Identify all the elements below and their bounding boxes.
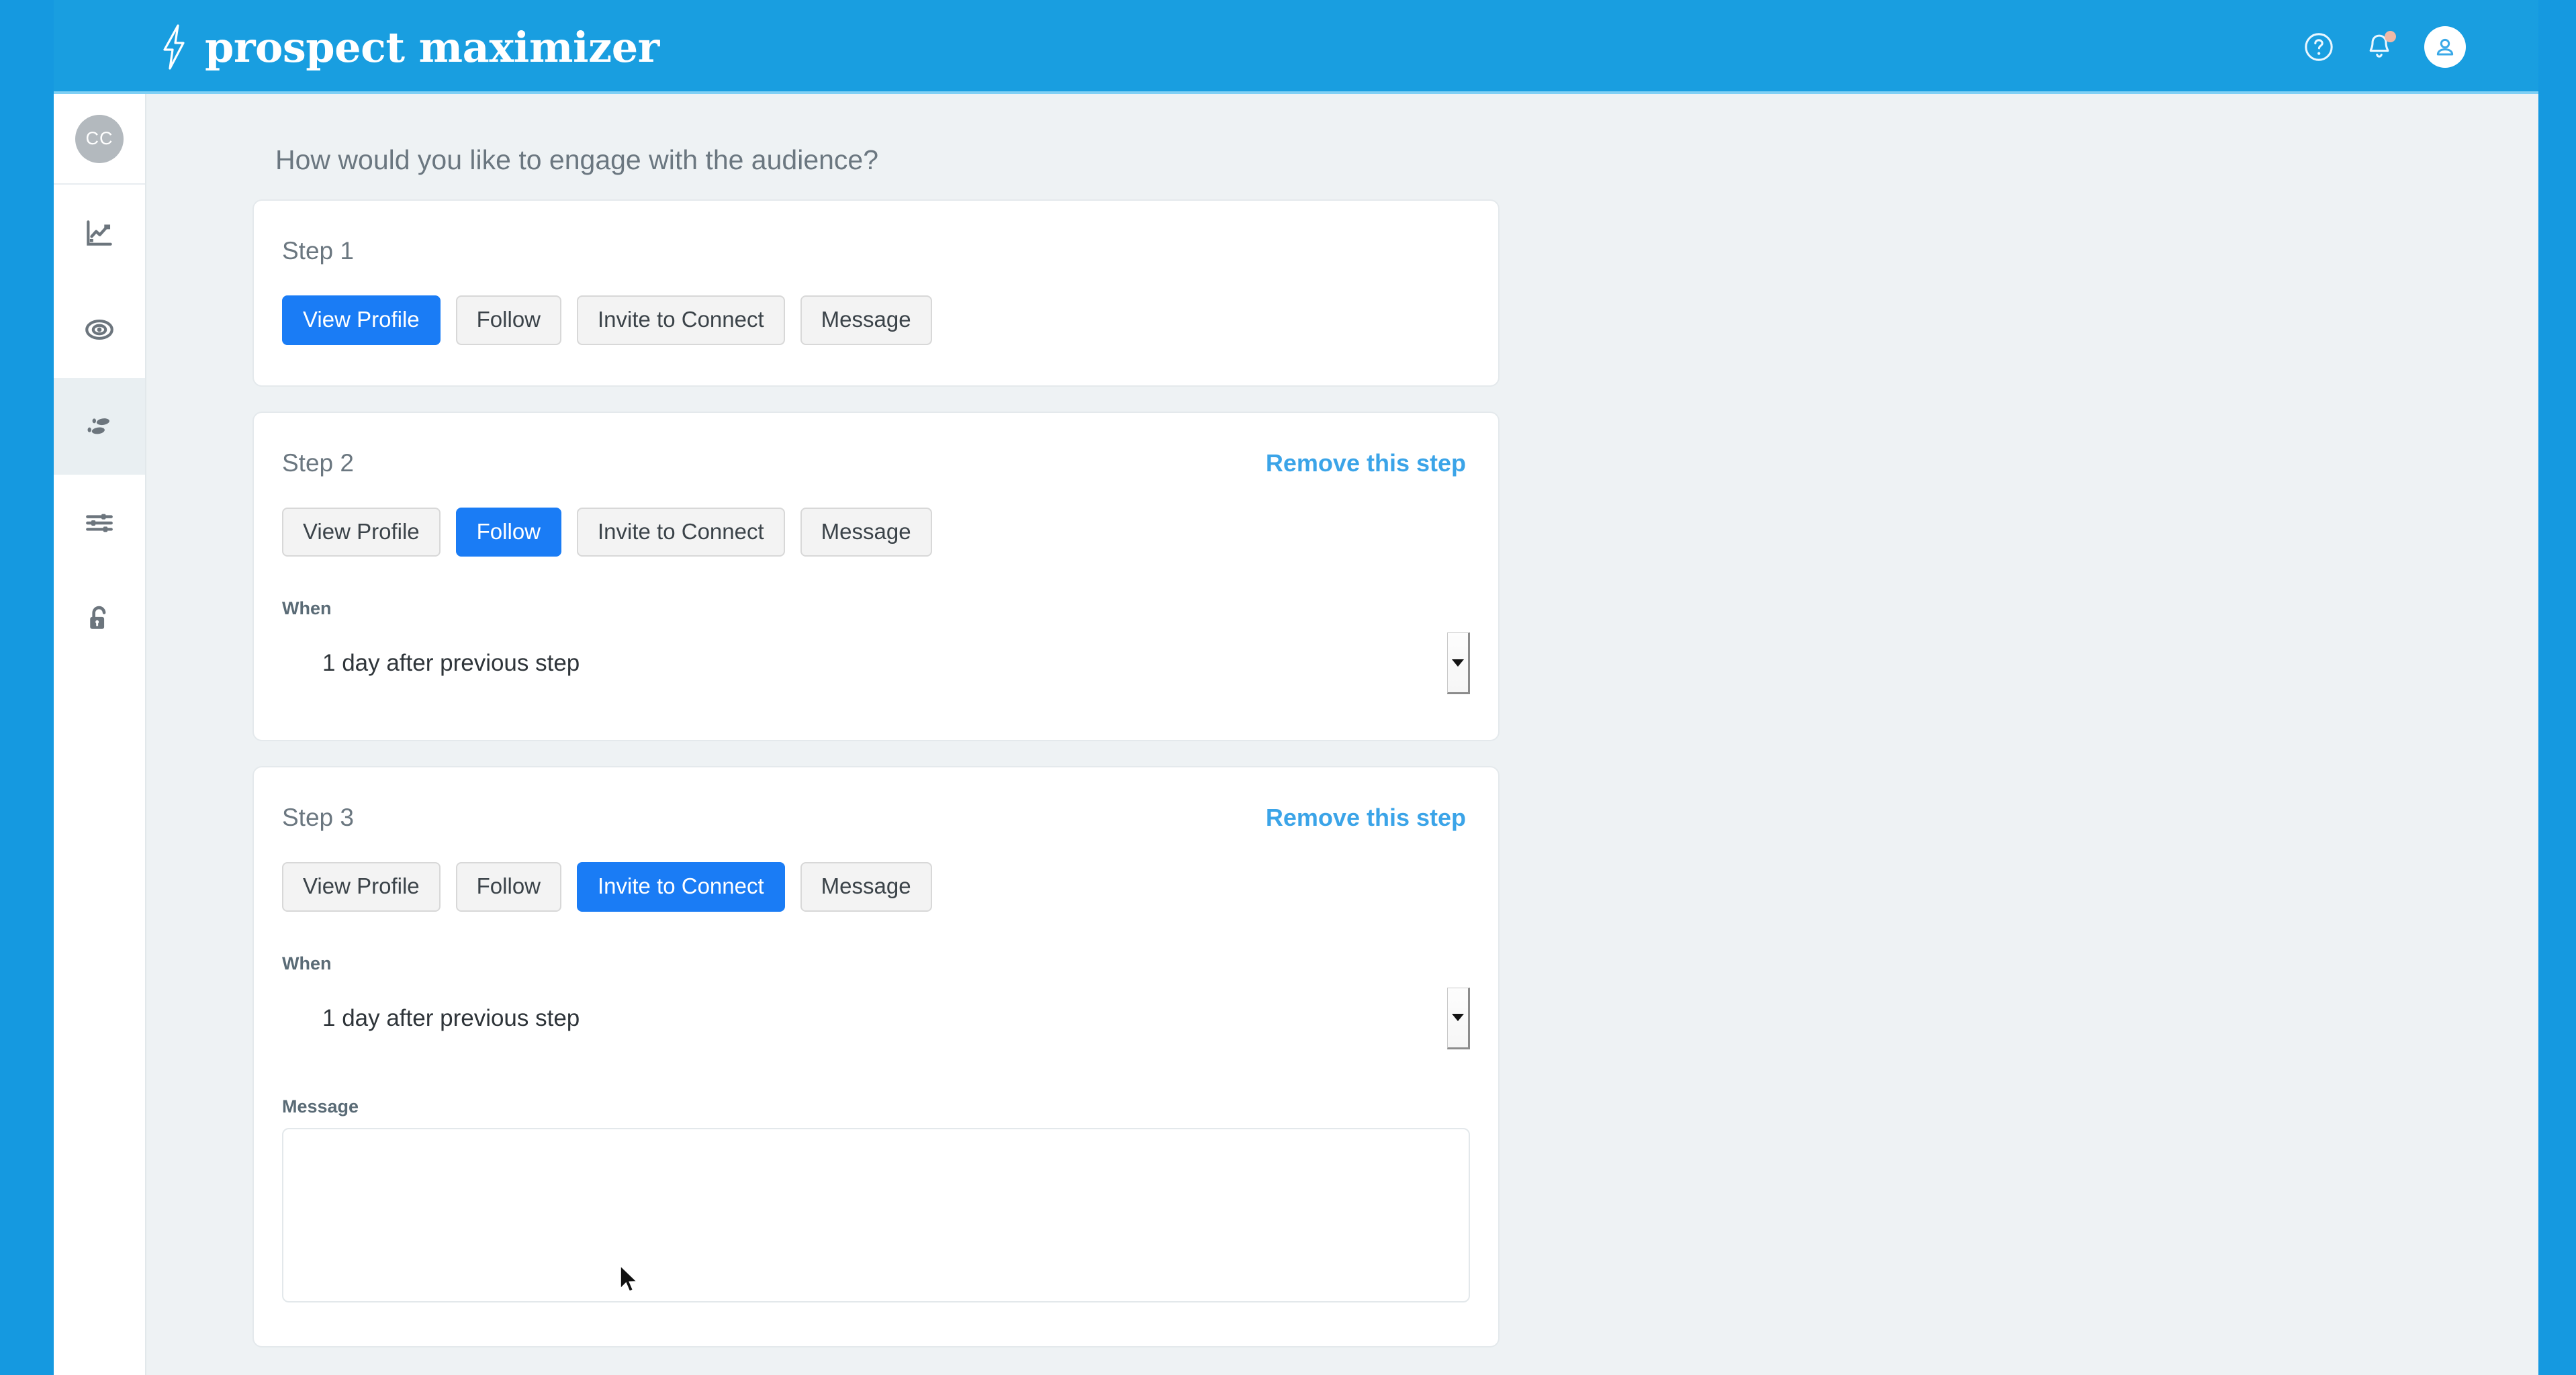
unlock-padlock-icon bbox=[83, 603, 116, 636]
card-spacer bbox=[282, 1306, 1470, 1346]
chevron-down-icon[interactable] bbox=[1447, 632, 1470, 695]
footsteps-icon bbox=[83, 410, 116, 443]
action-button-follow[interactable]: Follow bbox=[455, 295, 561, 345]
action-button-view-profile[interactable]: View Profile bbox=[282, 507, 441, 557]
step-title: Step 3 bbox=[282, 804, 354, 832]
action-button-invite-to-connect[interactable]: Invite to Connect bbox=[577, 507, 785, 557]
sliders-filter-icon bbox=[83, 506, 116, 540]
user-avatar-icon[interactable] bbox=[2424, 26, 2466, 68]
step-title: Step 2 bbox=[282, 448, 354, 477]
analytics-chart-icon bbox=[83, 216, 116, 250]
remove-step-link[interactable]: Remove this step bbox=[1266, 804, 1466, 832]
app-root: prospect maximizer CC How would you like… bbox=[54, 0, 2538, 1375]
step-title: Step 1 bbox=[282, 237, 354, 265]
chevron-down-icon[interactable] bbox=[1447, 987, 1470, 1049]
brand-logo[interactable]: prospect maximizer bbox=[158, 23, 659, 72]
when-field-label: When bbox=[282, 953, 332, 974]
sidebar-avatar-initials: CC bbox=[75, 114, 124, 163]
notification-badge-dot bbox=[2385, 31, 2396, 42]
card-spacer bbox=[282, 345, 1470, 385]
step-action-buttons: View Profile Follow Invite to Connect Me… bbox=[282, 862, 1470, 912]
app-header: prospect maximizer bbox=[54, 0, 2538, 94]
browser-frame: prospect maximizer CC How would you like… bbox=[0, 0, 2576, 1375]
brand-name: prospect maximizer bbox=[205, 22, 659, 72]
remove-step-link[interactable]: Remove this step bbox=[1266, 449, 1466, 477]
card-spacer bbox=[282, 700, 1470, 740]
step-card: Step 1 View Profile Follow Invite to Con… bbox=[252, 199, 1500, 387]
action-button-message[interactable]: Message bbox=[800, 862, 932, 912]
target-eye-icon bbox=[83, 313, 116, 346]
lightning-bolt-icon bbox=[158, 23, 190, 70]
step-card: Step 2 Remove this step View Profile Fol… bbox=[252, 411, 1500, 742]
action-button-invite-to-connect[interactable]: Invite to Connect bbox=[577, 295, 785, 345]
action-button-follow[interactable]: Follow bbox=[455, 862, 561, 912]
sidebar-item-audience[interactable] bbox=[54, 281, 145, 378]
page-title: How would you like to engage with the au… bbox=[275, 144, 879, 175]
step-header: Step 2 Remove this step bbox=[282, 449, 1470, 477]
sidebar-item-account-security[interactable] bbox=[54, 571, 145, 668]
action-button-invite-to-connect[interactable]: Invite to Connect bbox=[577, 862, 785, 912]
action-button-view-profile[interactable]: View Profile bbox=[282, 862, 441, 912]
action-button-message[interactable]: Message bbox=[800, 295, 932, 345]
sidebar-item-analytics[interactable] bbox=[54, 185, 145, 281]
steps-list: Step 1 View Profile Follow Invite to Con… bbox=[252, 199, 1500, 1372]
sidebar-account-avatar[interactable]: CC bbox=[54, 94, 145, 185]
message-textarea[interactable] bbox=[282, 1127, 1470, 1302]
action-button-follow[interactable]: Follow bbox=[455, 507, 561, 557]
when-select[interactable]: 1 day after previous step bbox=[282, 627, 1470, 700]
step-action-buttons: View Profile Follow Invite to Connect Me… bbox=[282, 295, 1470, 345]
help-circle-icon[interactable] bbox=[2303, 32, 2334, 62]
header-actions bbox=[2303, 0, 2466, 94]
step-header: Step 1 bbox=[282, 237, 1470, 265]
step-card: Step 3 Remove this step View Profile Fol… bbox=[252, 766, 1500, 1347]
when-select[interactable]: 1 day after previous step bbox=[282, 982, 1470, 1055]
action-button-message[interactable]: Message bbox=[800, 507, 932, 557]
step-header: Step 3 Remove this step bbox=[282, 804, 1470, 832]
message-field-label: Message bbox=[282, 1096, 359, 1117]
left-sidebar: CC bbox=[54, 94, 146, 1375]
step-action-buttons: View Profile Follow Invite to Connect Me… bbox=[282, 507, 1470, 557]
sidebar-item-sequences[interactable] bbox=[54, 378, 145, 475]
main-content: How would you like to engage with the au… bbox=[148, 94, 2538, 1375]
when-select-value: 1 day after previous step bbox=[322, 1004, 580, 1031]
when-field-label: When bbox=[282, 598, 332, 619]
when-select-value: 1 day after previous step bbox=[322, 650, 580, 677]
action-button-view-profile[interactable]: View Profile bbox=[282, 295, 441, 345]
bell-icon[interactable] bbox=[2364, 31, 2396, 62]
sidebar-item-settings[interactable] bbox=[54, 475, 145, 571]
